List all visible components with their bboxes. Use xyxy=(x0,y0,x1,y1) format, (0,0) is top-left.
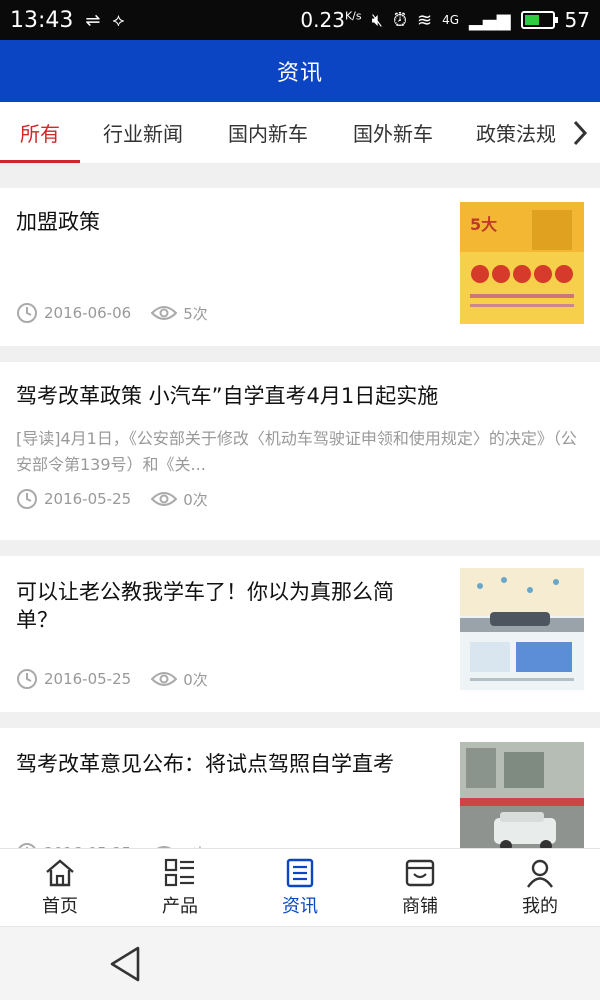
article-date: 2016-05-25 xyxy=(16,668,131,690)
status-time: 13:43 xyxy=(10,7,74,33)
clock-icon xyxy=(17,303,37,323)
tab-industry-news[interactable]: 行业新闻 xyxy=(80,102,206,163)
article-date: 2016-05-25 xyxy=(16,488,131,510)
article-title: 加盟政策 xyxy=(16,210,100,234)
list-item[interactable]: 驾考改革政策 小汽车”自学直考4月1日起实施 [导读]4月1日，《公安部关于修改… xyxy=(0,362,600,540)
system-nav-bar xyxy=(0,926,600,1000)
nav-label: 商铺 xyxy=(402,895,438,917)
article-meta: 2016-05-25 0次 xyxy=(16,488,584,510)
promo-thumbnail: 5大 xyxy=(460,202,584,324)
article-views: 0次 xyxy=(151,489,208,510)
nav-label: 首页 xyxy=(42,895,78,917)
net-speed: 0.23K/s xyxy=(300,8,362,32)
tab-domestic-new-cars[interactable]: 国内新车 xyxy=(206,102,330,163)
clock-icon xyxy=(17,669,37,689)
article-views: 0次 xyxy=(151,669,208,690)
list-item[interactable]: 驾考改革意见公布：将试点驾照自学直考 2016-05-25 0次 xyxy=(0,728,600,848)
tab-foreign-new-cars[interactable]: 国外新车 xyxy=(330,102,456,163)
nav-label: 资讯 xyxy=(282,895,318,917)
battery-icon xyxy=(520,11,558,29)
signal-icon: ▂▄▆ xyxy=(469,9,511,31)
share-icon: ⟡ xyxy=(112,9,125,31)
nav-label: 我的 xyxy=(522,895,558,917)
eye-icon xyxy=(151,492,178,506)
page-title: 资讯 xyxy=(276,61,323,86)
network-type: 4G xyxy=(442,13,460,27)
article-title: 可以让老公教我学车了！你以为真那么简单？ xyxy=(16,580,394,632)
svg-text:5大: 5大 xyxy=(470,215,497,234)
article-summary: [导读]4月1日，《公安部关于修改〈机动车驾驶证申领和使用规定〉的决定》（公安部… xyxy=(16,429,577,474)
tab-policy-regulations[interactable]: 政策法规 xyxy=(456,102,576,163)
nav-home[interactable]: 首页 xyxy=(0,849,120,926)
car-photo-thumbnail xyxy=(460,742,584,848)
tab-label: 所有 xyxy=(20,122,60,146)
nav-products[interactable]: 产品 xyxy=(120,849,240,926)
article-title: 驾考改革政策 小汽车”自学直考4月1日起实施 xyxy=(16,384,439,408)
article-meta: 2016-06-06 5次 xyxy=(16,302,220,324)
article-meta: 2016-05-25 0次 xyxy=(16,668,220,690)
back-icon[interactable] xyxy=(108,945,142,983)
tabs-scroll-right-icon[interactable] xyxy=(560,102,600,163)
tab-label: 国内新车 xyxy=(228,122,308,146)
infographic-thumbnail xyxy=(460,568,584,690)
usb-icon: ⇌ xyxy=(85,9,101,31)
eye-icon xyxy=(151,672,178,686)
tab-label: 国外新车 xyxy=(353,122,433,146)
list-item[interactable]: 加盟政策 2016-06-06 5次 5大 xyxy=(0,188,600,346)
nav-mine[interactable]: 我的 xyxy=(480,849,600,926)
bottom-nav: 首页 产品 资讯 商铺 我的 xyxy=(0,848,600,926)
news-icon xyxy=(286,858,314,887)
nav-label: 产品 xyxy=(162,895,198,917)
battery-level: 57 xyxy=(564,8,590,32)
clock-icon xyxy=(17,489,37,509)
status-bar: 13:43 ⇌ ⟡ 0.23K/s 🔇︎ ⏰︎ ≋ 4G ▂▄▆ 57 xyxy=(0,0,600,40)
alarm-icon: ⏰︎ xyxy=(392,9,407,31)
list-item[interactable]: 可以让老公教我学车了！你以为真那么简单？ 2016-05-25 0次 xyxy=(0,556,600,712)
tab-label: 政策法规 xyxy=(476,122,556,146)
nav-store[interactable]: 商铺 xyxy=(360,849,480,926)
grid-list-icon xyxy=(164,858,194,886)
home-icon xyxy=(46,858,74,886)
nav-news[interactable]: 资讯 xyxy=(240,849,360,926)
category-tabs: 所有 行业新闻 国内新车 国外新车 政策法规 xyxy=(0,102,600,164)
page-header: 资讯 xyxy=(0,40,600,102)
eye-icon xyxy=(151,306,178,320)
mute-icon: 🔇︎ xyxy=(371,9,383,31)
article-title: 驾考改革意见公布：将试点驾照自学直考 xyxy=(16,752,394,776)
tab-label: 行业新闻 xyxy=(103,122,183,146)
store-icon xyxy=(405,859,435,886)
user-icon xyxy=(527,859,553,888)
article-date: 2016-06-06 xyxy=(16,302,131,324)
tab-all[interactable]: 所有 xyxy=(0,102,80,163)
article-list: 加盟政策 2016-06-06 5次 5大 驾考改革政策 小汽车”自学直考4月1… xyxy=(0,188,600,848)
article-views: 5次 xyxy=(151,303,208,324)
wifi-icon: ≋ xyxy=(416,9,433,31)
